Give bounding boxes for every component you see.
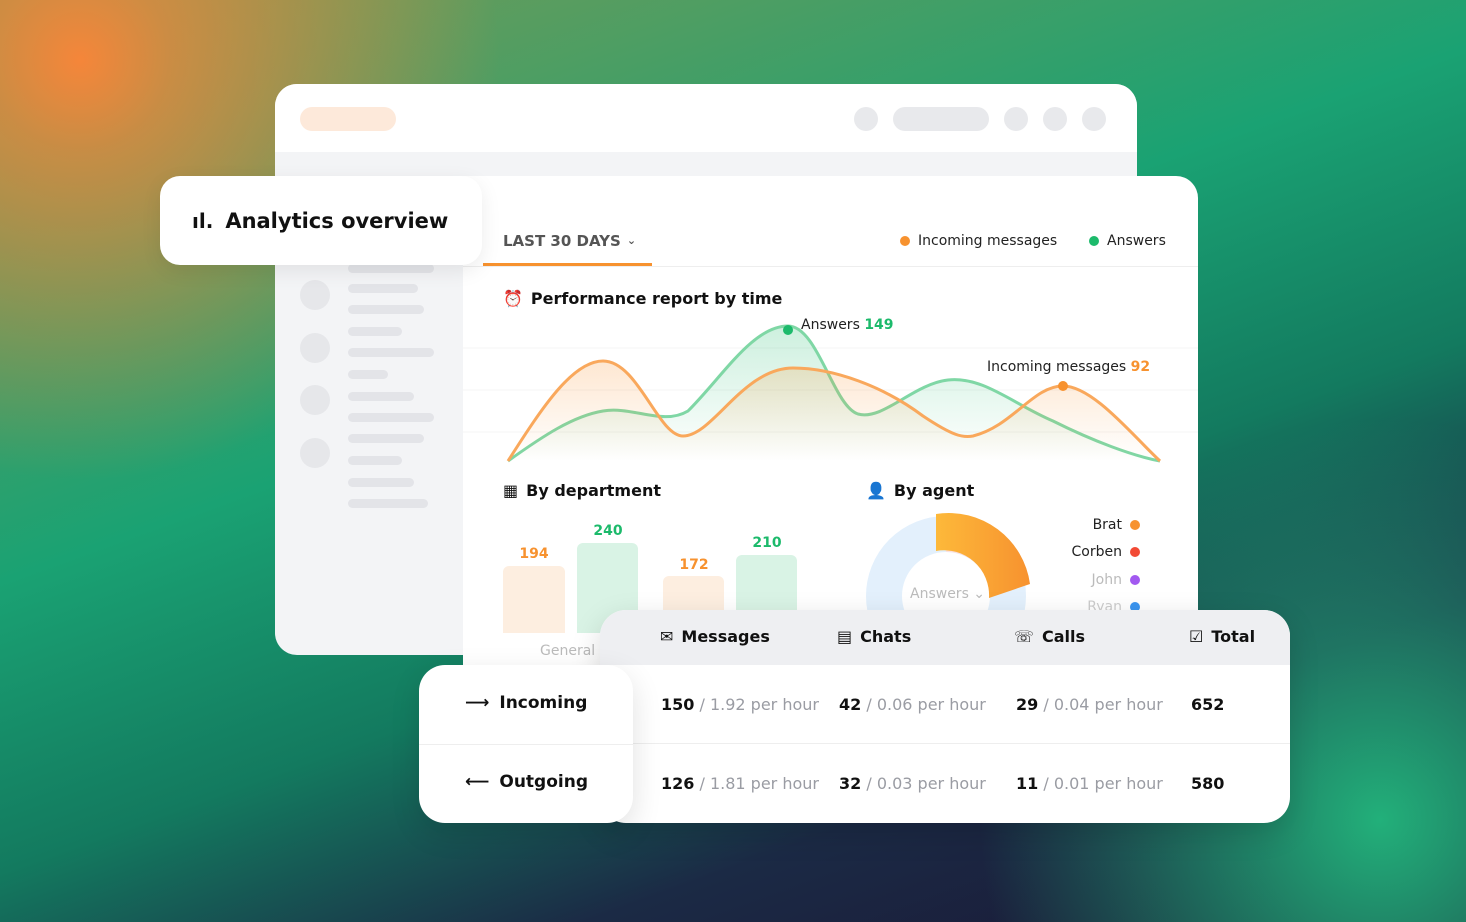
column-calls: ☏ Calls [1014, 627, 1086, 646]
sidebar-avatar [300, 333, 330, 363]
placeholder-pill [893, 107, 989, 131]
arrow-right-icon: ⟶ [465, 693, 490, 713]
table-row: 126 / 1.81 per hour 32 / 0.03 per hour 1… [661, 774, 1225, 793]
bar-value-label: 240 [593, 523, 623, 539]
period-dropdown[interactable]: LAST 30 DAYS ⌄ [503, 232, 636, 250]
page-title: Analytics overview [225, 208, 449, 233]
legend-answers: Answers [1089, 233, 1166, 249]
chat-icon: ▤ [837, 627, 853, 646]
sidebar-avatar [300, 280, 330, 310]
summary-table: ✉ Messages ▤ Chats ☏ Calls ☑ Total 150 / 1.9… [600, 610, 1290, 823]
building-icon: ▦ [503, 481, 519, 500]
title-card: ıl. Analytics overview [160, 176, 482, 265]
agent-title: 👤 By agent [866, 481, 975, 500]
table-row: 150 / 1.92 per hour 42 / 0.06 per hour 2… [600, 665, 1290, 744]
category-label: General [540, 643, 596, 659]
placeholder-circle [854, 107, 878, 131]
incoming-annotation: Incoming messages 92 [987, 359, 1151, 375]
analytics-panel: LAST 30 DAYS ⌄ Incoming messages Answers … [463, 176, 1198, 666]
placeholder-circle [1082, 107, 1106, 131]
column-messages: ✉ Messages [660, 627, 770, 646]
agent-legend-item: Brat [1093, 517, 1140, 533]
incoming-series-line [506, 359, 1162, 463]
user-icon: 👤 [866, 481, 886, 500]
placeholder-circle [1004, 107, 1028, 131]
bar-value-label: 194 [519, 546, 549, 562]
row-label-incoming: ⟶ Incoming [465, 693, 588, 713]
bar-value-label: 210 [752, 535, 782, 551]
answers-annotation: Answers 149 [801, 317, 894, 333]
bar-chart-icon: ıl. [192, 208, 214, 233]
agent-legend-item: Corben [1072, 544, 1140, 560]
department-bar [503, 566, 565, 633]
agent-legend-item: John [1092, 572, 1140, 588]
department-title: ▦ By department [503, 481, 661, 500]
sidebar-avatar [300, 385, 330, 415]
incoming-peak-point [1058, 381, 1068, 391]
bar-value-label: 172 [679, 557, 709, 573]
placeholder-pill [300, 107, 396, 131]
placeholder-circle [1043, 107, 1067, 131]
period-label: LAST 30 DAYS [503, 232, 621, 250]
row-labels-card: ⟶ Incoming ⟵ Outgoing [419, 665, 633, 823]
donut-metric-dropdown[interactable]: Answers ⌄ [910, 586, 985, 602]
answers-peak-point [783, 325, 793, 335]
column-total: ☑ Total [1189, 627, 1256, 646]
legend-incoming: Incoming messages [900, 233, 1057, 249]
check-square-icon: ☑ [1189, 627, 1204, 646]
sidebar-avatar [300, 438, 330, 468]
arrow-left-icon: ⟵ [465, 772, 490, 792]
phone-icon: ☏ [1014, 627, 1035, 646]
column-chats: ▤ Chats [837, 627, 912, 646]
chevron-down-icon: ⌄ [626, 234, 637, 247]
table-header: ✉ Messages ▤ Chats ☏ Calls ☑ Total [600, 610, 1290, 665]
envelope-icon: ✉ [660, 627, 674, 646]
row-label-outgoing: ⟵ Outgoing [465, 772, 589, 792]
